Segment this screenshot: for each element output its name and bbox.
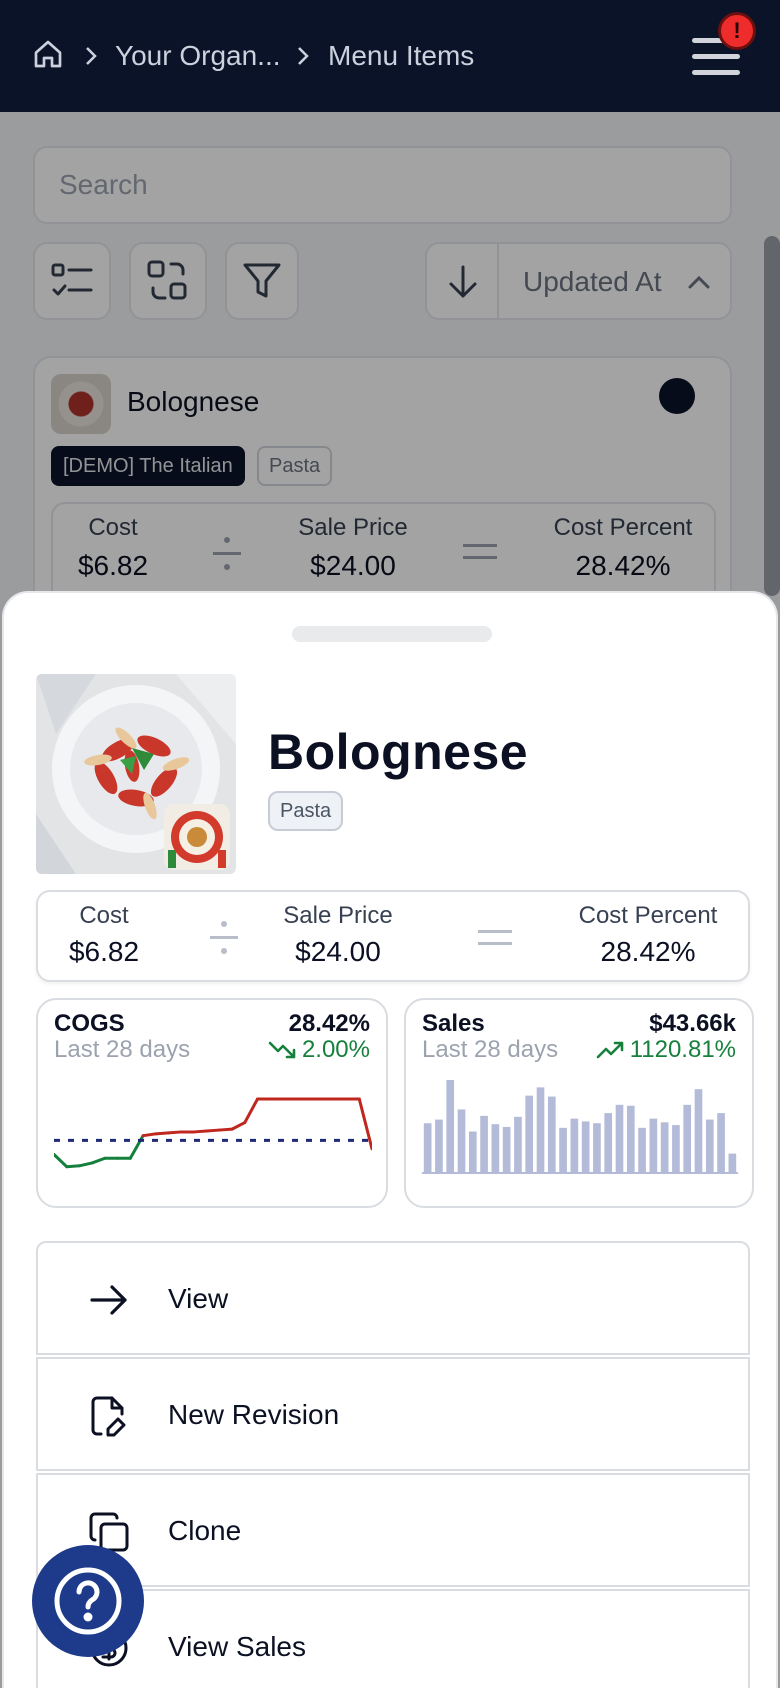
new-revision-action[interactable]: New Revision bbox=[36, 1357, 750, 1471]
sales-bar bbox=[480, 1115, 488, 1172]
bottom-sheet: Bolognese Pasta Cost $6.82 Sale Price $2… bbox=[2, 591, 778, 1688]
sale-price-label: Sale Price bbox=[283, 902, 393, 929]
sales-bar bbox=[581, 1121, 590, 1172]
cogs-line-segment bbox=[192, 1129, 209, 1134]
menu-item-title: Bolognese bbox=[268, 724, 529, 780]
cogs-line-segment bbox=[217, 1127, 234, 1132]
sales-bar bbox=[457, 1109, 466, 1172]
cogs-line-segment bbox=[54, 1153, 69, 1169]
cogs-period: Last 28 days bbox=[54, 1036, 191, 1063]
sales-bar bbox=[649, 1118, 658, 1172]
sales-bar bbox=[446, 1080, 455, 1172]
sales-delta: 1120.81% bbox=[596, 1036, 736, 1064]
sales-bar bbox=[672, 1125, 680, 1172]
sales-bar bbox=[660, 1122, 669, 1172]
cogs-line-segment bbox=[90, 1156, 107, 1165]
sale-price-value: $24.00 bbox=[295, 936, 381, 967]
cost-stats: Cost $6.82 Sale Price $24.00 Cost Percen… bbox=[36, 890, 750, 982]
trend-down-icon bbox=[268, 1041, 296, 1059]
sales-bar bbox=[683, 1104, 692, 1172]
chevron-right-icon bbox=[86, 47, 97, 65]
trend-up-icon bbox=[596, 1041, 623, 1059]
cogs-line-segment bbox=[243, 1097, 260, 1125]
sales-bar bbox=[547, 1096, 556, 1172]
cogs-line-segment bbox=[77, 1161, 94, 1168]
sales-value: $43.66k bbox=[649, 1010, 736, 1037]
sales-bar bbox=[525, 1095, 534, 1172]
view-sales-label: View Sales bbox=[168, 1631, 307, 1662]
view-action[interactable]: View bbox=[36, 1241, 750, 1355]
sales-bar bbox=[705, 1119, 714, 1172]
sales-bar bbox=[604, 1113, 613, 1172]
cost-percent-label: Cost Percent bbox=[578, 902, 718, 929]
category-tag: Pasta bbox=[268, 791, 344, 831]
cost-label: Cost bbox=[79, 902, 129, 929]
sales-bar bbox=[717, 1113, 725, 1172]
sales-period: Last 28 days bbox=[422, 1036, 559, 1063]
sales-card[interactable]: Sales Last 28 days $43.66k 1120.81% bbox=[404, 998, 754, 1208]
sales-bar bbox=[728, 1153, 737, 1172]
cogs-line-segment bbox=[154, 1131, 170, 1136]
sales-bar bbox=[514, 1116, 522, 1172]
sales-bar bbox=[638, 1127, 646, 1172]
help-button[interactable] bbox=[32, 1545, 144, 1657]
cogs-line-segment bbox=[205, 1128, 221, 1133]
cogs-line-segment bbox=[166, 1130, 183, 1135]
sales-bar bbox=[694, 1089, 703, 1172]
breadcrumb-organization[interactable]: Your Organ... bbox=[115, 36, 281, 76]
home-icon[interactable] bbox=[32, 38, 64, 70]
sales-title: Sales bbox=[422, 1010, 485, 1037]
cogs-title: COGS bbox=[54, 1010, 125, 1037]
arrow-right-icon bbox=[90, 1285, 127, 1315]
sales-bar-chart bbox=[422, 1080, 738, 1174]
new-revision-label: New Revision bbox=[168, 1399, 340, 1430]
sales-bar bbox=[536, 1087, 545, 1172]
sheet-drag-handle[interactable] bbox=[292, 626, 492, 642]
sales-bar bbox=[559, 1127, 567, 1172]
sales-bar bbox=[423, 1123, 432, 1172]
cogs-card[interactable]: COGS Last 28 days 28.42% 2.00% bbox=[36, 998, 388, 1208]
clone-action[interactable]: Clone bbox=[36, 1473, 750, 1587]
sales-bar bbox=[626, 1105, 635, 1172]
sales-bar bbox=[593, 1123, 601, 1172]
sales-bar bbox=[491, 1124, 500, 1172]
sales-bar bbox=[435, 1119, 443, 1172]
cogs-delta-value: 2.00% bbox=[301, 1036, 370, 1063]
cogs-line-segment bbox=[230, 1121, 247, 1131]
sales-delta-value: 1120.81% bbox=[629, 1036, 736, 1063]
sales-bar bbox=[570, 1118, 579, 1172]
breadcrumb-menu-items[interactable]: Menu Items bbox=[328, 36, 474, 76]
cost-percent-value: 28.42% bbox=[600, 936, 696, 967]
sales-bar bbox=[502, 1126, 511, 1172]
clone-label: Clone bbox=[168, 1515, 242, 1546]
chevron-right-icon bbox=[298, 47, 309, 65]
cogs-line-segment bbox=[65, 1164, 81, 1169]
file-edit-icon bbox=[91, 1396, 126, 1437]
top-navbar: Your Organ... Menu Items ! bbox=[0, 0, 780, 112]
cogs-line-segment bbox=[141, 1132, 158, 1138]
divide-icon bbox=[210, 921, 238, 954]
equals-icon bbox=[478, 930, 512, 945]
sales-bar bbox=[468, 1131, 477, 1172]
question-icon bbox=[54, 1567, 122, 1635]
menu-item-image bbox=[36, 674, 236, 874]
view-label: View bbox=[168, 1283, 229, 1314]
alert-badge[interactable]: ! bbox=[718, 12, 756, 50]
cogs-value: 28.42% bbox=[288, 1010, 370, 1037]
sales-bar bbox=[615, 1104, 624, 1172]
cogs-delta: 2.00% bbox=[268, 1036, 370, 1064]
cogs-line-chart bbox=[54, 1097, 372, 1169]
cost-value: $6.82 bbox=[68, 936, 140, 967]
